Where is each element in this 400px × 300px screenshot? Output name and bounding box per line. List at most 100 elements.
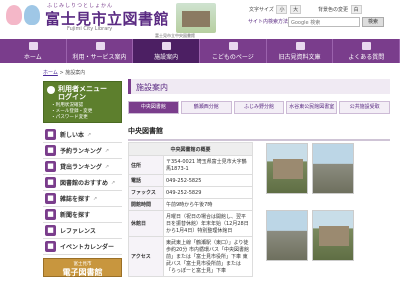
- nav-home[interactable]: ホーム: [0, 39, 67, 63]
- nav-facilities[interactable]: 施設案内: [133, 39, 201, 63]
- nav-label: よくある質問: [348, 54, 385, 61]
- library-building-image: [176, 3, 216, 33]
- login-links: ・利用状況確認 ・メール登録・変更 ・パスワード変更: [48, 103, 117, 121]
- new-books-icon: ■: [45, 129, 56, 140]
- search-input[interactable]: Google 検索: [288, 17, 360, 27]
- page: ふじみしりつとしょかん 富士見市立図書館 Fujimi City Library…: [0, 0, 400, 300]
- side-menu-label: 雑誌を探す: [60, 196, 91, 203]
- side-menu: ■ 新しい本 ↗ ■ 予約ランキング ↗ ■ 貸出ランキング ↗ ■ 図書館のおすすめ ↗ ■ 雑…: [43, 127, 122, 255]
- table-value: 東武東上線「鶴瀬駅（東口）」より徒歩約20分 市内循環バス「中央図書館前」または…: [163, 236, 253, 277]
- side-menu-recommend[interactable]: ■ 図書館のおすすめ ↗: [43, 175, 122, 191]
- nav-label: 旧古見資料文庫: [278, 54, 321, 61]
- nav-label: 利用・サービス案内: [72, 54, 127, 61]
- table-label: アクセス: [128, 236, 164, 277]
- tab-tsuruse[interactable]: 鶴瀬西分館: [180, 101, 232, 114]
- tab-central[interactable]: 中央図書館: [128, 101, 179, 114]
- external-link-icon: ↗: [111, 179, 116, 186]
- ranking-icon: ■: [45, 161, 56, 172]
- table-value: 〒354-0021 埼玉県富士見市大字鶴馬1873-1: [163, 155, 253, 175]
- search-button[interactable]: 検索: [362, 17, 384, 27]
- nav-kids[interactable]: こどものページ: [200, 39, 267, 63]
- table-label: 休館日: [128, 210, 164, 237]
- login-title-1: 利用者メニュー: [58, 85, 107, 93]
- tab-fujimino[interactable]: ふじみ野分館: [233, 101, 285, 114]
- section-title: 中央図書館: [128, 126, 390, 141]
- table-row: ファックス 049-252-5829: [128, 186, 253, 199]
- nav-services[interactable]: 利用・サービス案内: [67, 39, 134, 63]
- lightbulb-icon: ■: [45, 225, 56, 236]
- nav-faq[interactable]: よくある質問: [333, 39, 400, 63]
- bg-color-white-button[interactable]: 白: [350, 5, 362, 14]
- side-menu-label: 新しい本: [60, 132, 85, 139]
- library-photo-1[interactable]: [266, 143, 308, 194]
- table-label: 開館時間: [128, 198, 164, 211]
- side-menu-reference[interactable]: ■ レファレンス: [43, 223, 122, 239]
- mascot-right-icon: [24, 5, 40, 25]
- library-photo-4[interactable]: [312, 210, 354, 261]
- side-menu-events[interactable]: ■ イベントカレンダー: [43, 239, 122, 255]
- login-link-password[interactable]: ・パスワード変更: [51, 115, 117, 121]
- font-size-control: 文字サイズ 小 大: [249, 5, 302, 14]
- tab-pickup[interactable]: 公共施設受取: [339, 101, 390, 114]
- table-label: 電話: [128, 174, 164, 187]
- side-menu-label: イベントカレンダー: [60, 244, 115, 251]
- side-menu-label: 新聞を探す: [60, 212, 91, 219]
- breadcrumb-home-link[interactable]: ホーム: [43, 70, 58, 76]
- font-size-label: 文字サイズ: [249, 7, 274, 13]
- building-icon: [162, 42, 172, 50]
- font-large-button[interactable]: 大: [290, 5, 302, 14]
- home-icon: [28, 42, 38, 50]
- newspaper-icon: ■: [45, 209, 56, 220]
- side-menu-reserve-ranking[interactable]: ■ 予約ランキング ↗: [43, 143, 122, 159]
- side-menu-new-books[interactable]: ■ 新しい本 ↗: [43, 127, 122, 143]
- facility-table: 中央図書館の概要 住所 〒354-0021 埼玉県富士見市大字鶴馬1873-1 電…: [128, 142, 253, 277]
- nav-label: こどものページ: [211, 54, 254, 61]
- side-menu-label: 貸出ランキング: [60, 164, 102, 171]
- external-link-icon: ↗: [104, 163, 110, 170]
- breadcrumb: ホーム > 施設案内: [43, 69, 85, 76]
- table-caption: 中央図書館の概要: [128, 142, 253, 156]
- table-value: 午前9時から午後7時: [163, 198, 253, 211]
- ebook-banner[interactable]: 富士見市 電子図書館: [43, 258, 122, 277]
- calendar-icon: ■: [45, 241, 56, 252]
- tab-mizutani[interactable]: 水谷東公民館図書室: [286, 101, 338, 114]
- page-title: 施設案内: [128, 79, 390, 94]
- table-row: 電話 049-252-5825: [128, 174, 253, 187]
- main-content: 施設案内 中央図書館 鶴瀬西分館 ふじみ野分館 水谷東公民館図書室 公共施設受取…: [128, 79, 390, 141]
- site-search-help-link[interactable]: サイト内検索方法: [248, 18, 288, 25]
- external-link-icon: ↗: [93, 195, 98, 202]
- user-icon: [47, 86, 55, 94]
- side-menu-loan-ranking[interactable]: ■ 貸出ランキング ↗: [43, 159, 122, 175]
- table-label: 住所: [128, 155, 164, 175]
- mascot-left-icon: [6, 5, 22, 25]
- kids-icon: [228, 42, 238, 50]
- font-small-button[interactable]: 小: [276, 5, 288, 14]
- side-menu-label: 予約ランキング: [60, 148, 102, 155]
- login-title-2: ログイン: [58, 93, 86, 101]
- side-menu-label: 図書館のおすすめ: [60, 180, 109, 187]
- nav-label: 施設案内: [154, 54, 179, 61]
- library-photo-3[interactable]: [266, 210, 308, 261]
- table-row: 住所 〒354-0021 埼玉県富士見市大字鶴馬1873-1: [128, 155, 253, 175]
- breadcrumb-current: 施設案内: [65, 70, 86, 76]
- login-panel[interactable]: 利用者メニュー ログイン ・利用状況確認 ・メール登録・変更 ・パスワード変更: [43, 81, 122, 123]
- table-row: 開館時間 午前9時から午後7時: [128, 198, 253, 211]
- nav-archive[interactable]: 旧古見資料文庫: [267, 39, 334, 63]
- recommend-icon: ■: [45, 177, 56, 188]
- side-menu-newspapers[interactable]: ■ 新聞を探す: [43, 207, 122, 223]
- external-link-icon: ↗: [104, 147, 110, 154]
- table-value: 049-252-5829: [163, 186, 253, 199]
- library-photo-2[interactable]: [312, 143, 354, 194]
- bg-color-label: 背景色の変更: [318, 7, 349, 13]
- magazine-icon: ■: [45, 193, 56, 204]
- global-nav: ホーム 利用・サービス案内 施設案内 こどものページ 旧古見資料文庫 よくある質…: [0, 39, 400, 63]
- table-label: ファックス: [128, 186, 164, 199]
- site-logo-english: Fujimi City Library: [67, 26, 113, 32]
- side-menu-magazines[interactable]: ■ 雑誌を探す ↗: [43, 191, 122, 207]
- table-row: アクセス 東武東上線「鶴瀬駅（東口）」より徒歩約20分 市内循環バス「中央図書館前…: [128, 236, 253, 277]
- ebook-banner-title: 電子図書館: [62, 268, 103, 277]
- external-link-icon: ↗: [87, 131, 92, 138]
- question-icon: [362, 42, 372, 50]
- nav-label: ホーム: [23, 54, 42, 61]
- book-icon: [95, 42, 105, 50]
